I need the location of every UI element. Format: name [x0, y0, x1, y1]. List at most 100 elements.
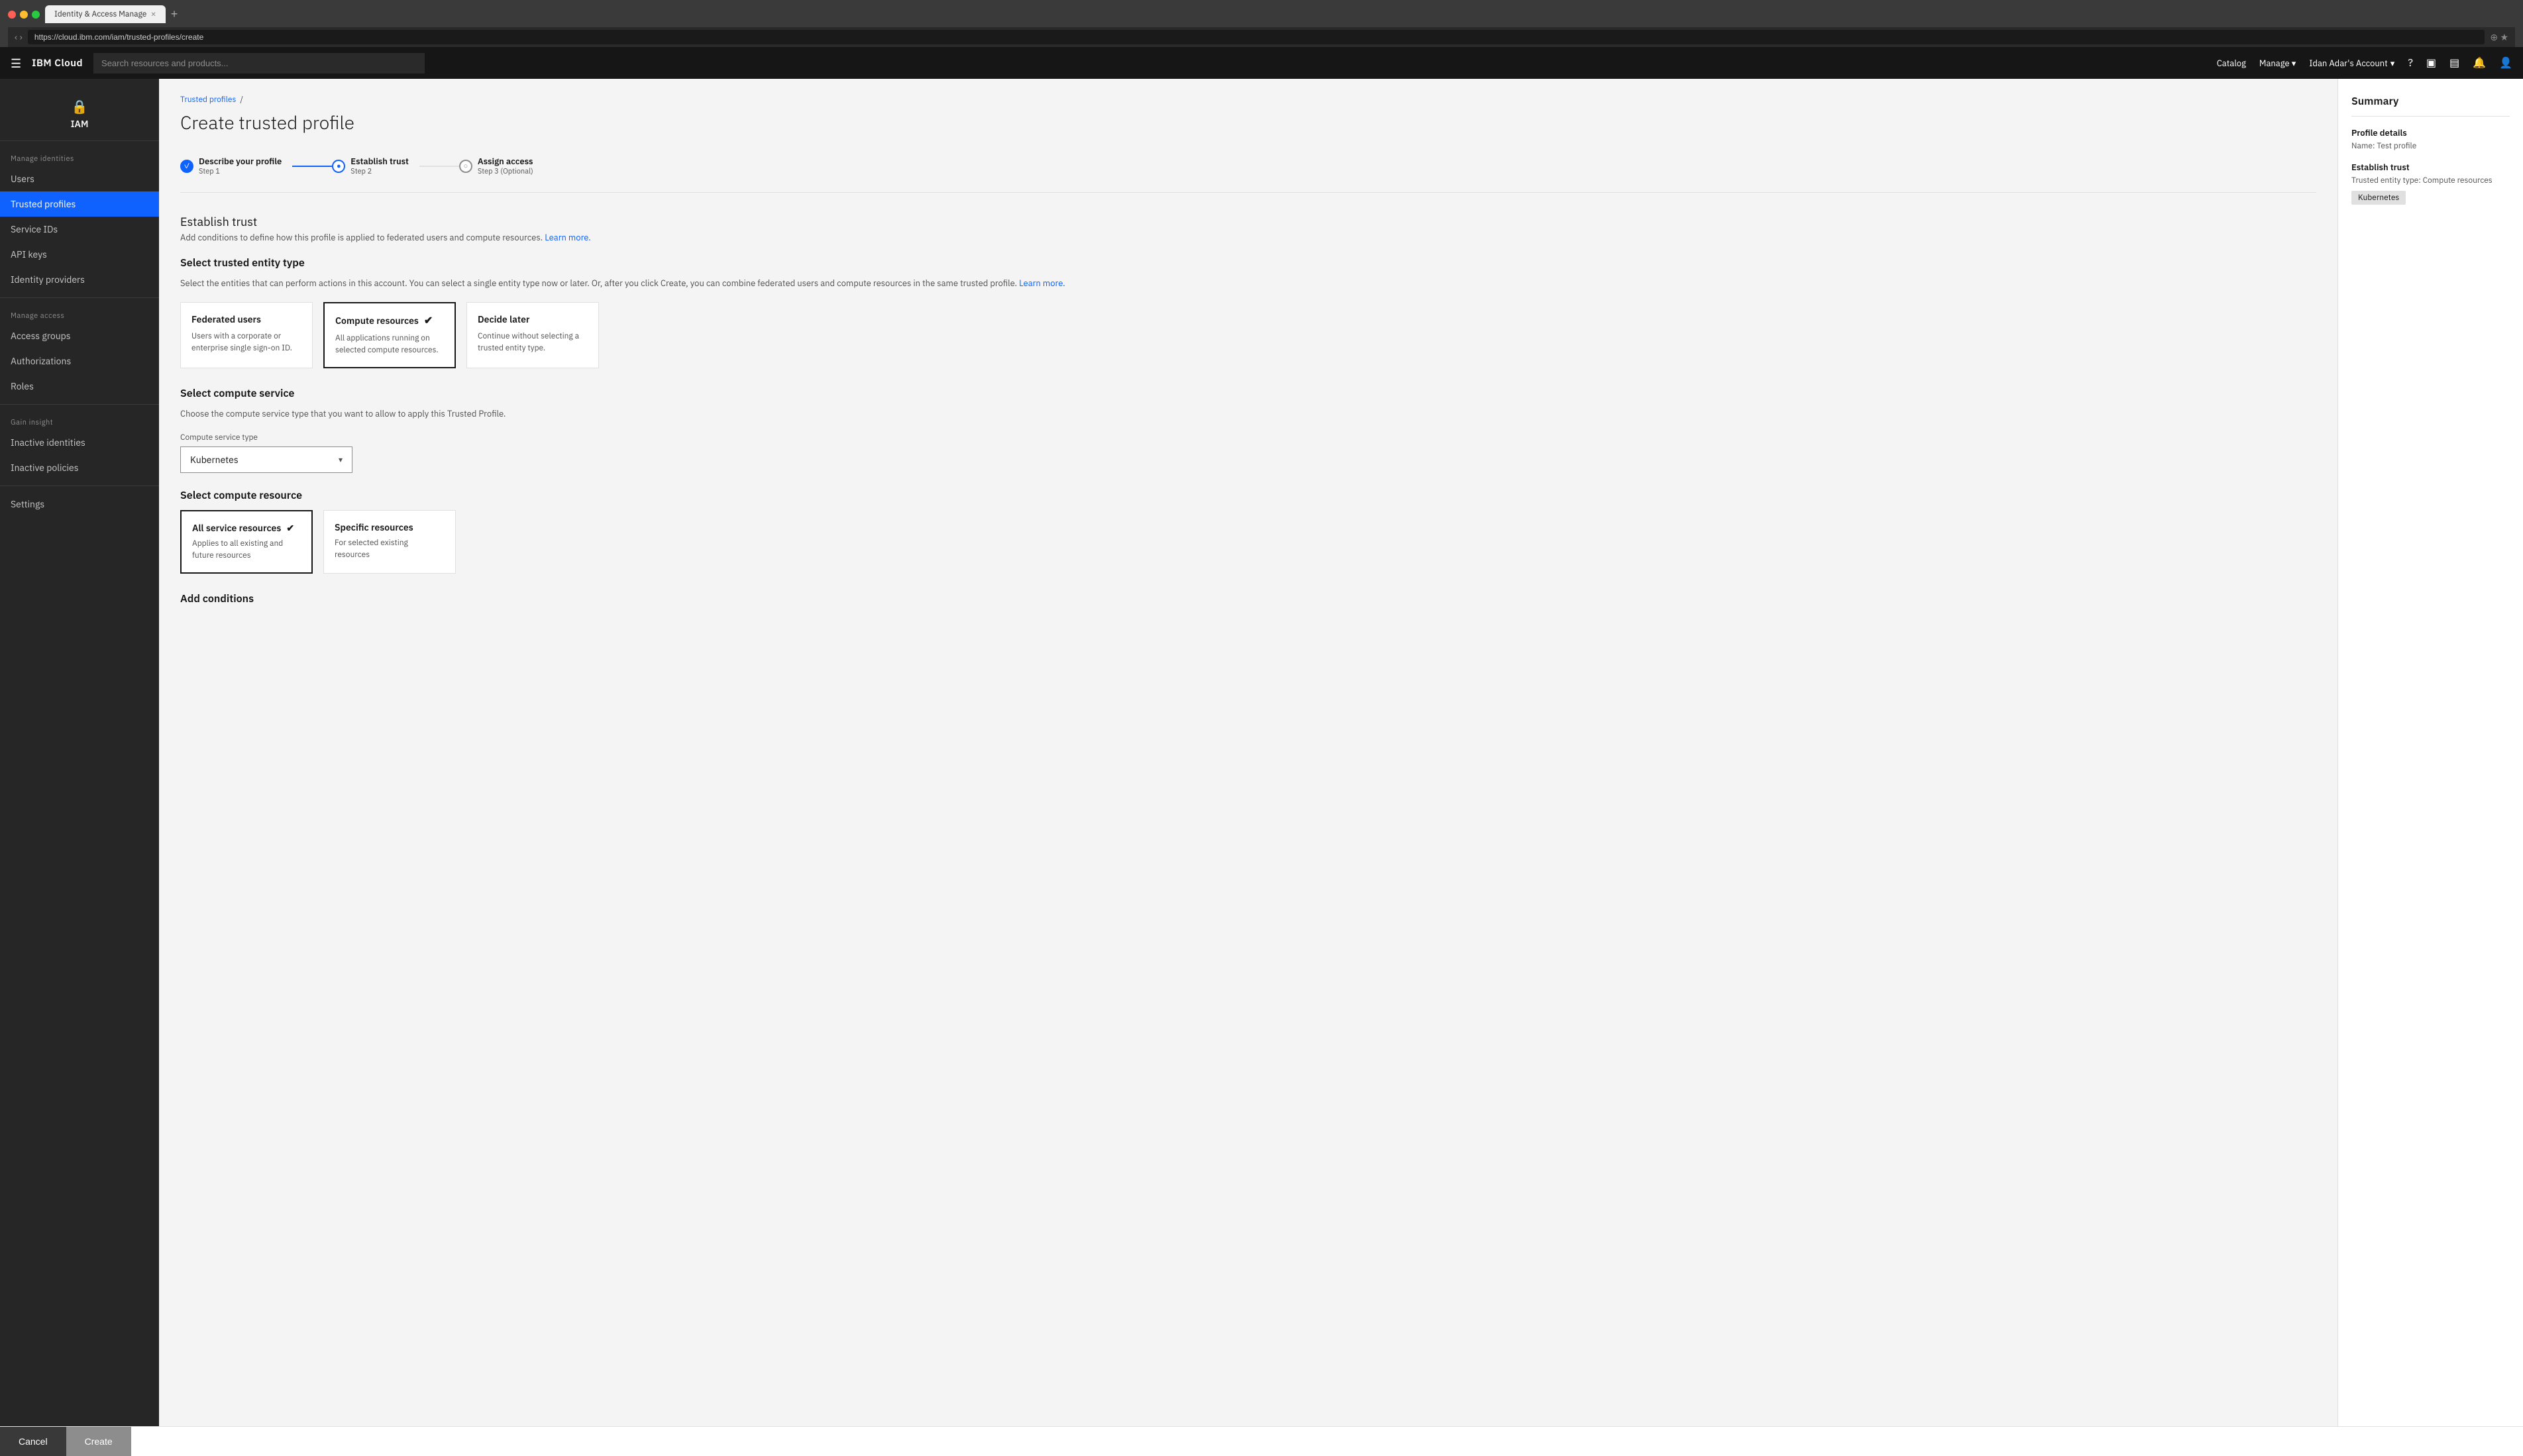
step-establish: ● Establish trust Step 2 — [332, 150, 419, 182]
minimize-traffic-light[interactable] — [20, 11, 28, 19]
infrastructure-icon[interactable]: ▤ — [2449, 56, 2459, 70]
compute-service-desc: Choose the compute service type that you… — [180, 408, 2316, 419]
sidebar-item-settings[interactable]: Settings — [0, 492, 159, 517]
cost-icon[interactable]: ▣ — [2426, 56, 2436, 70]
summary-trusted-entity-label: Trusted entity type: Compute resources — [2351, 176, 2510, 185]
all-service-resources-body: Applies to all existing and future resou… — [192, 538, 301, 562]
decide-later-card-body: Continue without selecting a trusted ent… — [478, 331, 588, 354]
compute-resources-card-title: Compute resources ✔ — [335, 314, 444, 327]
establish-trust-learn-more[interactable]: Learn more. — [545, 232, 590, 243]
specific-resources-title: Specific resources — [335, 521, 445, 533]
top-nav: ☰ IBM Cloud Catalog Manage ▾ Idan Adar's… — [0, 47, 2523, 79]
tab-close-button[interactable]: ✕ — [150, 10, 156, 19]
breadcrumb-separator: / — [240, 95, 243, 105]
maximize-traffic-light[interactable] — [32, 11, 40, 19]
top-nav-actions: Catalog Manage ▾ Idan Adar's Account ▾ ?… — [2217, 56, 2512, 70]
iam-lock-icon: 🔒 — [72, 97, 88, 115]
all-service-resources-card[interactable]: All service resources ✔ Applies to all e… — [180, 510, 313, 574]
step-1-label: Describe your profile — [199, 156, 282, 167]
ibm-logo: IBM Cloud — [32, 57, 83, 70]
page-title: Create trusted profile — [180, 110, 2316, 134]
summary-profile-details-label: Profile details — [2351, 127, 2510, 138]
hamburger-menu[interactable]: ☰ — [11, 56, 21, 71]
catalog-link[interactable]: Catalog — [2217, 58, 2246, 69]
global-search-input[interactable] — [93, 53, 425, 74]
step-3-sub: Step 3 (Optional) — [478, 167, 533, 176]
federated-users-card-body: Users with a corporate or enterprise sin… — [191, 331, 301, 354]
browser-tabs-bar: Identity & Access Manage ✕ + — [8, 5, 2515, 23]
sidebar-item-users[interactable]: Users — [0, 166, 159, 191]
compute-service-selected-value: Kubernetes — [190, 454, 239, 466]
sidebar-item-api-keys[interactable]: API keys — [0, 242, 159, 267]
breadcrumb: Trusted profiles / — [180, 95, 2316, 105]
new-tab-button[interactable]: + — [171, 7, 178, 21]
step-1-icon: ✓ — [180, 160, 193, 173]
manage-identities-label: Manage identities — [0, 146, 159, 166]
main-content: Trusted profiles / Create trusted profil… — [159, 79, 2337, 1432]
compute-resource-heading: Select compute resource — [180, 489, 2316, 502]
specific-resources-body: For selected existing resources — [335, 537, 445, 561]
manage-access-label: Manage access — [0, 303, 159, 323]
breadcrumb-parent-link[interactable]: Trusted profiles — [180, 95, 236, 105]
sidebar-item-service-ids[interactable]: Service IDs — [0, 217, 159, 242]
step-3-icon: ○ — [459, 160, 472, 173]
address-bar-input[interactable] — [28, 30, 2485, 44]
federated-users-card-title: Federated users — [191, 313, 301, 325]
step-line-2 — [419, 166, 459, 167]
summary-profile-details: Profile details Name: Test profile — [2351, 127, 2510, 151]
sidebar-divider-1 — [0, 297, 159, 298]
main-layout: 🔒 IAM Manage identities Users Trusted pr… — [0, 79, 2523, 1432]
user-profile-icon[interactable]: 👤 — [2499, 56, 2512, 70]
content-area: Trusted profiles / Create trusted profil… — [159, 79, 2523, 1432]
sidebar-item-trusted-profiles[interactable]: Trusted profiles — [0, 191, 159, 217]
sidebar-divider-2 — [0, 404, 159, 405]
sidebar-item-identity-providers[interactable]: Identity providers — [0, 267, 159, 292]
compute-service-dropdown[interactable]: Kubernetes ▾ — [180, 446, 352, 473]
add-conditions-title: Add conditions — [180, 592, 2316, 605]
federated-users-card[interactable]: Federated users Users with a corporate o… — [180, 302, 313, 368]
active-browser-tab[interactable]: Identity & Access Manage ✕ — [45, 5, 166, 23]
all-service-check-icon: ✔ — [286, 522, 294, 534]
close-traffic-light[interactable] — [8, 11, 16, 19]
tab-title: Identity & Access Manage — [54, 9, 146, 19]
step-3-label: Assign access — [478, 156, 533, 167]
compute-resources-card[interactable]: Compute resources ✔ All applications run… — [323, 302, 456, 368]
compute-service-form: Compute service type Kubernetes ▾ — [180, 433, 2316, 473]
sidebar-item-roles[interactable]: Roles — [0, 374, 159, 399]
compute-resources-card-body: All applications running on selected com… — [335, 333, 444, 356]
summary-kubernetes-tag: Kubernetes — [2351, 191, 2406, 205]
summary-action-area: Cancel Create — [2337, 1426, 2523, 1432]
gain-insight-label: Gain insight — [0, 410, 159, 430]
browser-action-icons: ⊕ ★ — [2490, 31, 2508, 43]
browser-address-bar: ‹ › ⊕ ★ — [8, 27, 2515, 47]
notifications-icon[interactable]: 🔔 — [2473, 56, 2486, 70]
establish-trust-heading: Establish trust — [180, 214, 2316, 229]
summary-panel: Summary Profile details Name: Test profi… — [2337, 79, 2523, 1432]
compute-service-heading: Select compute service — [180, 387, 2316, 400]
entity-type-desc: Select the entities that can perform act… — [180, 278, 2316, 289]
browser-chrome: Identity & Access Manage ✕ + ‹ › ⊕ ★ — [0, 0, 2523, 47]
entity-type-heading: Select trusted entity type — [180, 256, 2316, 270]
step-2-sub: Step 2 — [350, 167, 409, 176]
account-selector[interactable]: Idan Adar's Account ▾ — [2309, 58, 2394, 69]
sidebar: 🔒 IAM Manage identities Users Trusted pr… — [0, 79, 159, 1432]
help-icon[interactable]: ? — [2408, 56, 2413, 70]
summary-profile-name: Name: Test profile — [2351, 141, 2510, 151]
sidebar-item-access-groups[interactable]: Access groups — [0, 323, 159, 348]
traffic-lights — [8, 11, 40, 19]
decide-later-card[interactable]: Decide later Continue without selecting … — [466, 302, 599, 368]
entity-type-learn-more[interactable]: Learn more. — [1019, 278, 1065, 289]
sidebar-item-inactive-identities[interactable]: Inactive identities — [0, 430, 159, 455]
step-2-label: Establish trust — [350, 156, 409, 167]
specific-resources-card[interactable]: Specific resources For selected existing… — [323, 510, 456, 574]
manage-link[interactable]: Manage ▾ — [2259, 58, 2296, 69]
sidebar-item-inactive-policies[interactable]: Inactive policies — [0, 455, 159, 480]
summary-establish-trust-label: Establish trust — [2351, 162, 2510, 173]
sidebar-item-authorizations[interactable]: Authorizations — [0, 348, 159, 374]
step-2-icon: ● — [332, 160, 345, 173]
compute-resource-cards: All service resources ✔ Applies to all e… — [180, 510, 2316, 574]
compute-resources-check-icon: ✔ — [424, 314, 433, 327]
app-container: ☰ IBM Cloud Catalog Manage ▾ Idan Adar's… — [0, 47, 2523, 1450]
sidebar-logo-label: IAM — [71, 118, 89, 130]
establish-trust-desc: Add conditions to define how this profil… — [180, 232, 2316, 243]
